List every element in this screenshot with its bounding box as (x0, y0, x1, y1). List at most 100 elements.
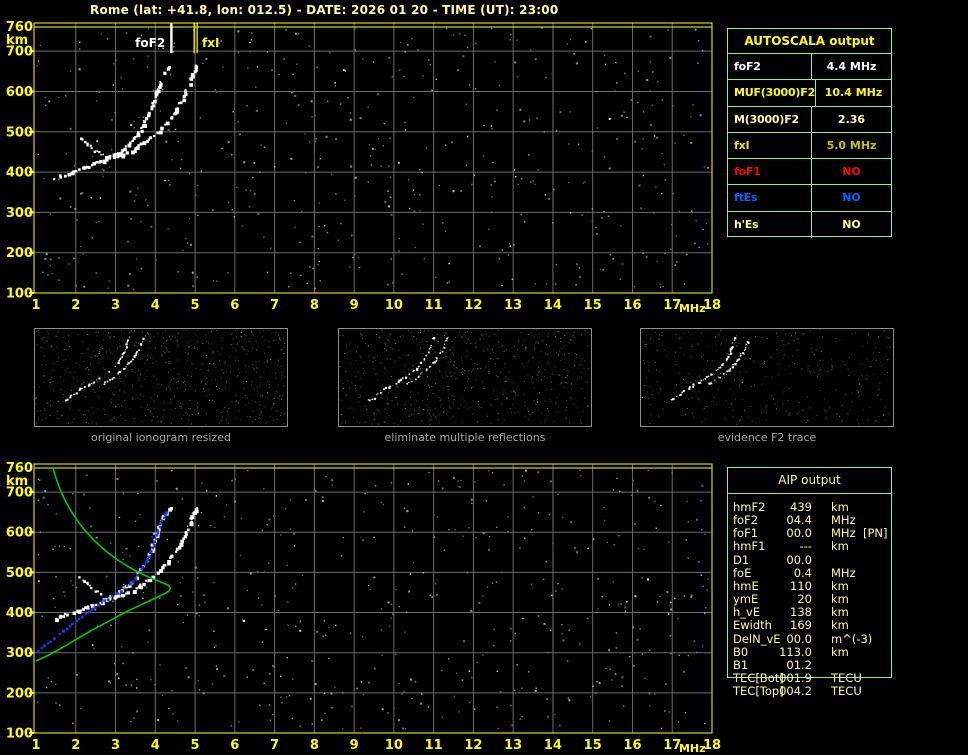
aip-row-ymE: ymE20km (727, 592, 892, 605)
series-fork (80, 138, 108, 159)
bottom_ionogram-svg: 760km70060050040030020010012345678910111… (0, 458, 730, 755)
parameter-label: foF1 (728, 159, 812, 184)
axis-label: 400 (6, 166, 33, 181)
thumbnail-original-ionogram (34, 328, 288, 427)
aip-unit: km (831, 579, 849, 593)
axis-label: 6 (230, 738, 239, 753)
aip-unit: MHz (831, 566, 856, 580)
aip-value: 01.2 (755, 658, 812, 672)
autoscala-row-fxI: fxI5.0 MHz (728, 133, 891, 159)
aip-row-DelN_vE: DelN_vE00.0m^(-3) (727, 632, 892, 645)
axis-label: 9 (350, 738, 359, 753)
axis-label: 16 (623, 298, 641, 313)
axis-label: 14 (544, 298, 562, 313)
axis-label: 3 (111, 738, 120, 753)
thumb-trace (65, 337, 145, 402)
axis-label: 400 (6, 606, 33, 621)
axis-label: 100 (6, 287, 33, 302)
autoscala-row-h'Es: h'EsNO (728, 212, 891, 238)
aip-value: 110 (755, 579, 812, 593)
marker-fxI: fxI (194, 23, 220, 53)
parameter-value: 2.36 (812, 113, 891, 126)
aip-unit: m^(-3) (831, 632, 872, 646)
axis-label: 15 (584, 298, 602, 313)
aip-output-table: AIP outputhmF2439kmfoF204.4MHzfoF100.0MH… (727, 467, 892, 712)
top_ionogram-svg: foF2fxI760km7006005004003002001001234567… (0, 16, 730, 318)
axis-label: fxI (202, 36, 219, 50)
thumbnail-svg (35, 329, 287, 426)
aip-unit: MHz (831, 526, 856, 540)
aip-value: 169 (755, 618, 812, 632)
axis-label: 300 (6, 646, 33, 661)
aip-row-B1: B101.2 (727, 658, 892, 671)
axis-label: MHz (679, 742, 706, 755)
parameter-label: h'Es (728, 212, 812, 238)
axis-label: 4 (151, 298, 160, 313)
parameter-label: M(3000)F2 (728, 107, 812, 132)
thumbnail-multiple-reflections (338, 328, 592, 427)
axis-label: 1 (31, 738, 40, 753)
aip-value: 004.2 (755, 684, 812, 698)
axis-label: 18 (703, 298, 721, 313)
autoscala-row-ftEs: ftEsNO (728, 185, 891, 211)
aip-row-TEC[Top]: TEC[Top]004.2TECU (727, 684, 892, 697)
page-title: Rome (lat: +41.8, lon: 012.5) - DATE: 20… (90, 3, 558, 17)
aip-label: D1 (733, 553, 749, 567)
thumb-noise (340, 329, 589, 425)
thumbnail-f2-trace (640, 328, 894, 427)
axis-label: 3 (111, 298, 120, 313)
axes: 760km70060050040030020010012345678910111… (6, 461, 721, 755)
parameter-label: MUF(3000)F2 (728, 80, 816, 105)
aip-value: 439 (755, 500, 812, 514)
grid (34, 23, 712, 293)
parameter-value: NO (812, 218, 891, 231)
axis-label: 9 (350, 298, 359, 313)
axes: 760km70060050040030020010012345678910111… (6, 20, 721, 315)
axis-label: 700 (6, 45, 33, 60)
aip-unit: km (831, 500, 849, 514)
parameter-value: 10.4 MHz (816, 86, 891, 99)
axis-label: 8 (310, 298, 319, 313)
axis-label: 12 (464, 298, 482, 313)
axis-label: 2 (71, 298, 80, 313)
aip-value: 113.0 (755, 645, 812, 659)
aip-unit: km (831, 539, 849, 553)
axis-label: 16 (623, 738, 641, 753)
aip-value: 001.9 (755, 671, 812, 685)
axis-label: 6 (230, 298, 239, 313)
axis-label: 5 (191, 298, 200, 313)
thumbnail-caption: evidence F2 trace (640, 431, 894, 444)
autoscala-row-foF2: foF24.4 MHz (728, 54, 891, 80)
aip-row-hmF2: hmF2439km (727, 500, 892, 513)
axis-label: 10 (385, 738, 403, 753)
series-o-trace (53, 66, 171, 180)
aip-row-D1: D1 00.0 (727, 553, 892, 566)
aip-value: 00.0 (755, 553, 812, 567)
series-green-profile (36, 467, 170, 661)
aip-unit: MHz (831, 513, 856, 527)
aip-row-foF2: foF204.4MHz (727, 513, 892, 526)
parameter-label: foF2 (728, 54, 812, 79)
aip-unit: km (831, 592, 849, 606)
aip-row-B0: B0113.0km (727, 645, 892, 658)
axis-label: 13 (504, 738, 522, 753)
autoscala-row-MUF(3000)F2: MUF(3000)F210.4 MHz (728, 80, 891, 106)
aip-row-foF1: foF100.0MHz[PN] (727, 526, 892, 539)
aip-value: --- (755, 539, 812, 553)
axis-label: 500 (6, 566, 33, 581)
aip-value: 20 (755, 592, 812, 606)
aip-value: 00.0 (755, 632, 812, 646)
aip-row-TEC[Bot]: TEC[Bot]001.9TECU (727, 671, 892, 684)
aip-label: foE (733, 566, 751, 580)
aip-unit: km (831, 605, 849, 619)
aip-unit: km (831, 645, 849, 659)
aip-table-title: AIP output (727, 473, 892, 487)
axis-label: 2 (71, 738, 80, 753)
aip-row-Ewidth: Ewidth169km (727, 618, 892, 631)
noise-layer (37, 470, 709, 730)
axis-label: 200 (6, 246, 33, 261)
thumbnail-caption: eliminate multiple reflections (338, 431, 592, 444)
axis-label: 15 (584, 738, 602, 753)
axis-label: MHz (679, 302, 706, 315)
top-ionogram-plot: foF2fxI760km7006005004003002001001234567… (0, 16, 730, 318)
